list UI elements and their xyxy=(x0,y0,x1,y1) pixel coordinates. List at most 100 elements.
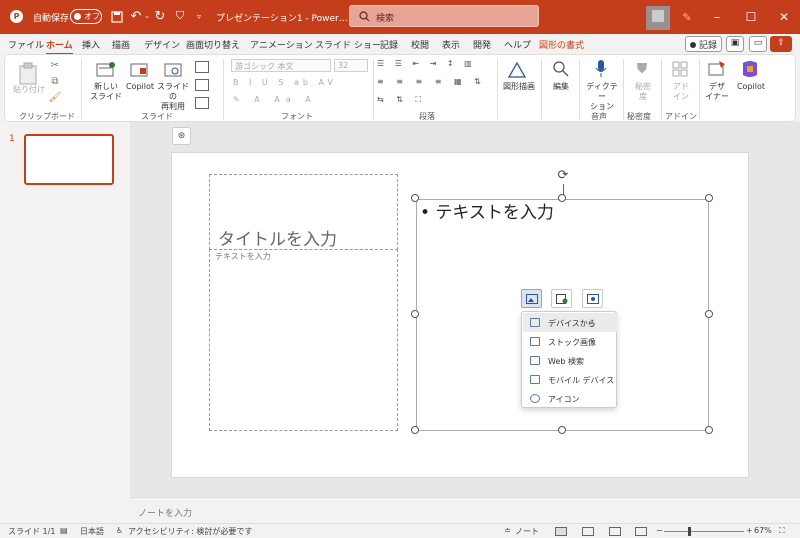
copilot-button[interactable]: Copilot xyxy=(733,82,769,92)
new-slide-icon[interactable] xyxy=(95,60,117,80)
divider xyxy=(541,59,542,119)
slide-thumbnail[interactable] xyxy=(24,134,114,185)
maximize-button[interactable]: ☐ xyxy=(737,6,765,28)
paste-icon[interactable] xyxy=(17,61,39,87)
accessibility-status[interactable]: アクセシビリティ: 検討が必要です xyxy=(128,526,252,537)
tab-transitions[interactable]: 画面切り替え xyxy=(186,38,240,51)
tab-insert[interactable]: 挿入 xyxy=(82,38,100,51)
paste-button[interactable]: 貼り付け xyxy=(11,85,47,95)
presenter-icon[interactable]: ⛉ xyxy=(173,9,187,23)
reuse-slides-icon[interactable] xyxy=(163,60,183,80)
redo-icon[interactable]: ↻ xyxy=(153,9,167,24)
slideshow-icon[interactable] xyxy=(635,527,647,536)
insert-video-button[interactable] xyxy=(551,289,572,308)
close-button[interactable]: ✕ xyxy=(770,6,798,28)
resize-handle[interactable] xyxy=(411,310,419,318)
sensitivity-icon[interactable]: ⛊ xyxy=(633,59,651,79)
reading-view-icon[interactable] xyxy=(609,527,621,536)
avatar[interactable] xyxy=(646,6,670,30)
designer-icon[interactable] xyxy=(707,59,727,79)
menu-item-icons[interactable]: アイコン xyxy=(523,389,617,408)
resize-handle[interactable] xyxy=(558,194,566,202)
spelling-icon[interactable]: ▤ xyxy=(60,526,68,535)
resize-handle[interactable] xyxy=(705,310,713,318)
normal-view-icon[interactable] xyxy=(555,527,567,536)
comments-button[interactable]: ▭ xyxy=(749,36,767,52)
find-icon[interactable] xyxy=(551,59,571,79)
tab-developer[interactable]: 開発 xyxy=(473,38,491,51)
text-placeholder[interactable] xyxy=(209,249,398,431)
dictate-button[interactable]: ディクテー ション xyxy=(583,82,621,112)
tab-shape-format[interactable]: 図形の書式 xyxy=(539,38,584,51)
menu-item-mobile-device[interactable]: モバイル デバイス xyxy=(523,370,617,389)
record-button[interactable]: 記録 xyxy=(685,36,723,52)
zoom-slider[interactable] xyxy=(664,527,744,536)
resize-handle[interactable] xyxy=(411,426,419,434)
notes-pane[interactable]: ノートを入力 xyxy=(130,497,800,523)
tab-draw[interactable]: 描画 xyxy=(112,38,130,51)
tab-design[interactable]: デザイン xyxy=(144,38,180,51)
notes-toggle[interactable]: ノート xyxy=(515,526,539,537)
reuse-slides-button[interactable]: スライドの 再利用 xyxy=(155,82,191,112)
shapes-button[interactable]: 図形描画 xyxy=(499,82,539,92)
editing-button[interactable]: 編集 xyxy=(547,82,575,92)
save-icon[interactable] xyxy=(110,10,123,23)
tab-record[interactable]: 記録 xyxy=(380,38,398,51)
slide-sorter-icon[interactable] xyxy=(582,527,594,536)
zoom-in-icon[interactable]: + xyxy=(746,526,753,535)
copilot-mini-button[interactable]: ⊛ xyxy=(172,127,191,145)
tab-file[interactable]: ファイル xyxy=(8,38,44,51)
pen-icon[interactable]: ✎ xyxy=(680,10,694,24)
cut-icon[interactable]: ✂ xyxy=(49,59,61,71)
language-indicator[interactable]: 日本語 xyxy=(80,526,104,537)
insert-picture-button[interactable] xyxy=(521,289,542,308)
font-name-select[interactable]: 游ゴシック 本文 xyxy=(231,59,331,72)
resize-handle[interactable] xyxy=(705,426,713,434)
reset-icon[interactable] xyxy=(195,79,209,91)
camera-button[interactable]: ▣ xyxy=(726,36,744,52)
search-box[interactable]: 検索 xyxy=(349,5,539,27)
new-slide-button[interactable]: 新しい スライド xyxy=(89,82,123,102)
undo-icon[interactable]: ↶ xyxy=(129,9,143,24)
zoom-level[interactable]: 67% xyxy=(754,526,772,535)
shapes-icon[interactable] xyxy=(505,59,529,81)
resize-handle[interactable] xyxy=(558,426,566,434)
autosave-toggle[interactable]: オフ xyxy=(70,9,102,24)
format-painter-icon[interactable]: 🖌 xyxy=(49,91,62,103)
copilot-slide-icon[interactable] xyxy=(129,60,149,80)
menu-item-label: Web 検索 xyxy=(548,357,584,366)
sensitivity-button[interactable]: 秘密 度 xyxy=(629,82,657,102)
copilot-slide-button[interactable]: Copilot xyxy=(123,82,157,92)
section-icon[interactable] xyxy=(195,97,209,109)
chevron-down-icon[interactable]: ⌄ xyxy=(144,11,150,21)
menu-item-stock-images[interactable]: ストック画像 xyxy=(523,332,617,351)
tab-view[interactable]: 表示 xyxy=(442,38,460,51)
tab-slideshow[interactable]: スライド ショー xyxy=(315,38,381,51)
zoom-slider-thumb[interactable] xyxy=(688,527,691,536)
designer-button[interactable]: デザ イナー xyxy=(703,82,731,102)
minimize-button[interactable]: – xyxy=(703,6,731,28)
share-button[interactable]: ⇪ xyxy=(770,36,792,52)
fit-slide-icon[interactable]: ⛶ xyxy=(779,526,785,536)
copilot-icon[interactable] xyxy=(739,59,761,79)
tab-help[interactable]: ヘルプ xyxy=(504,38,531,51)
addins-icon[interactable] xyxy=(671,59,689,79)
insert-cameo-button[interactable] xyxy=(582,289,603,308)
tab-review[interactable]: 校閲 xyxy=(411,38,429,51)
customize-qat-icon[interactable]: ▿ xyxy=(195,10,203,22)
rotate-handle-icon[interactable]: ⟳ xyxy=(555,168,571,184)
microphone-icon[interactable] xyxy=(593,59,609,79)
layout-icon[interactable] xyxy=(195,61,209,73)
tab-animations[interactable]: アニメーション xyxy=(250,38,313,51)
menu-item-web-search[interactable]: Web 検索 xyxy=(523,351,617,370)
resize-handle[interactable] xyxy=(411,194,419,202)
addins-button[interactable]: アド イン xyxy=(667,82,695,102)
menu-item-from-device[interactable]: デバイスから xyxy=(523,313,617,332)
divider xyxy=(579,59,580,119)
copy-icon[interactable]: ⧉ xyxy=(49,75,61,87)
resize-handle[interactable] xyxy=(705,194,713,202)
tab-home[interactable]: ホーム xyxy=(46,38,73,55)
font-size-select[interactable]: 32 xyxy=(334,59,368,72)
zoom-out-icon[interactable]: − xyxy=(656,526,663,535)
toggle-knob xyxy=(74,13,81,20)
